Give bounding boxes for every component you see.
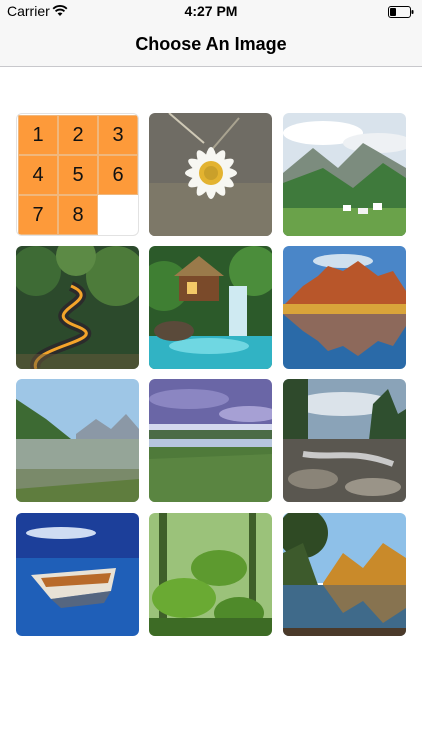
puzzle-tile: 5 — [58, 155, 98, 195]
cloudy-marsh-image — [149, 379, 272, 502]
daisy-image — [149, 113, 272, 236]
puzzle-tile: 7 — [18, 195, 58, 235]
image-tile-red-rocks-lake[interactable] — [283, 246, 406, 369]
puzzle-tile: 4 — [18, 155, 58, 195]
puzzle-tile: 6 — [98, 155, 138, 195]
image-tile-cloudy-marsh[interactable] — [149, 379, 272, 502]
puzzle-tile: 2 — [58, 115, 98, 155]
image-grid: 1 2 3 4 5 6 7 8 — [0, 0, 422, 750]
alpine-valley-image — [283, 113, 406, 236]
mossy-rocks-image — [149, 513, 272, 636]
mountain-lake-image — [16, 379, 139, 502]
image-tile-autumn-lake[interactable] — [283, 513, 406, 636]
autumn-lake-image — [283, 513, 406, 636]
boat-image — [16, 513, 139, 636]
image-tile-waterfall-hut[interactable] — [149, 246, 272, 369]
image-tile-rocky-stream[interactable] — [283, 379, 406, 502]
image-tile-boat[interactable] — [16, 513, 139, 636]
puzzle-tile: 8 — [58, 195, 98, 235]
winding-road-image — [16, 246, 139, 369]
image-tile-daisy[interactable] — [149, 113, 272, 236]
puzzle-tile: 1 — [18, 115, 58, 155]
image-tile-mountain-lake[interactable] — [16, 379, 139, 502]
rocky-stream-image — [283, 379, 406, 502]
image-tile-alpine-valley[interactable] — [283, 113, 406, 236]
image-tile-mossy-rocks[interactable] — [149, 513, 272, 636]
red-rocks-lake-image — [283, 246, 406, 369]
puzzle-tile: 3 — [98, 115, 138, 155]
image-tile-winding-road[interactable] — [16, 246, 139, 369]
waterfall-hut-image — [149, 246, 272, 369]
image-tile-puzzle[interactable]: 1 2 3 4 5 6 7 8 — [16, 113, 139, 236]
